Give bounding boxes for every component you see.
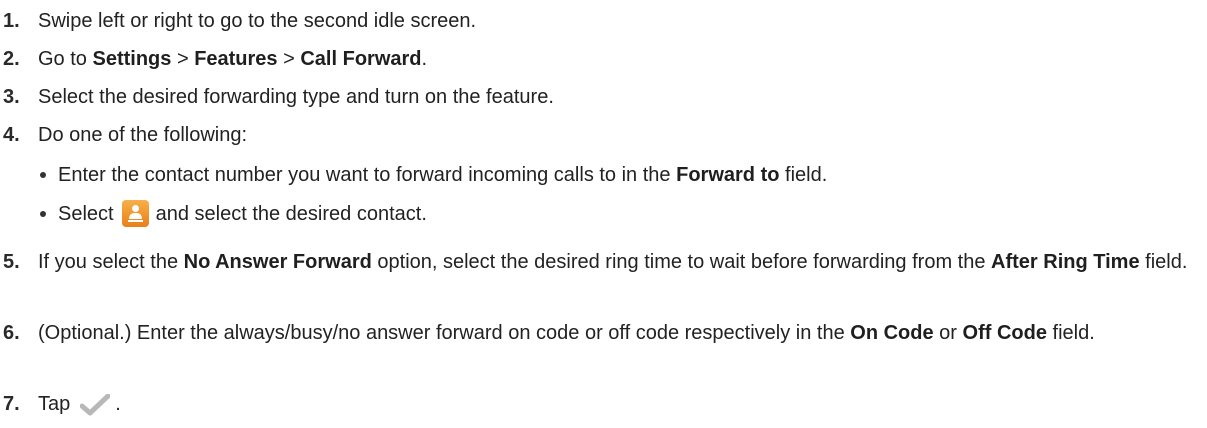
- step-text: Select the desired forwarding type and t…: [38, 86, 554, 108]
- bullet-text: Select and select the desired contact.: [58, 199, 427, 229]
- menu-path-call-forward: Call Forward: [300, 48, 422, 70]
- step-text: Go to Settings > Features > Call Forward…: [38, 48, 428, 70]
- field-name-after-ring-time: After Ring Time: [991, 251, 1140, 273]
- bullet-dot: [40, 211, 46, 217]
- menu-path-settings: Settings: [92, 48, 172, 70]
- step-text: Do one of the following:: [38, 124, 248, 146]
- bullet-text: Enter the contact number you want to for…: [58, 164, 828, 186]
- step-number: 4.: [3, 124, 20, 146]
- step-number: 1.: [3, 10, 20, 32]
- step-number: 6.: [3, 322, 20, 344]
- step-text: Tap.: [38, 393, 121, 416]
- contacts-icon: [121, 200, 149, 227]
- step-number: 5.: [3, 251, 20, 273]
- checkmark-icon: [80, 394, 111, 416]
- step-text: Swipe left or right to go to the second …: [38, 10, 477, 32]
- field-name-forward-to: Forward to: [676, 164, 780, 186]
- step-number: 7.: [3, 393, 20, 415]
- step-text: (Optional.) Enter the always/busy/no ans…: [38, 322, 1095, 344]
- bullet-dot: [40, 172, 46, 178]
- menu-path-features: Features: [194, 48, 278, 70]
- step-number: 3.: [3, 86, 20, 108]
- option-name-no-answer-forward: No Answer Forward: [183, 251, 372, 273]
- field-name-on-code: On Code: [850, 322, 934, 344]
- step-text: If you select the No Answer Forward opti…: [38, 251, 1188, 273]
- field-name-off-code: Off Code: [962, 322, 1047, 344]
- step-number: 2.: [3, 48, 20, 70]
